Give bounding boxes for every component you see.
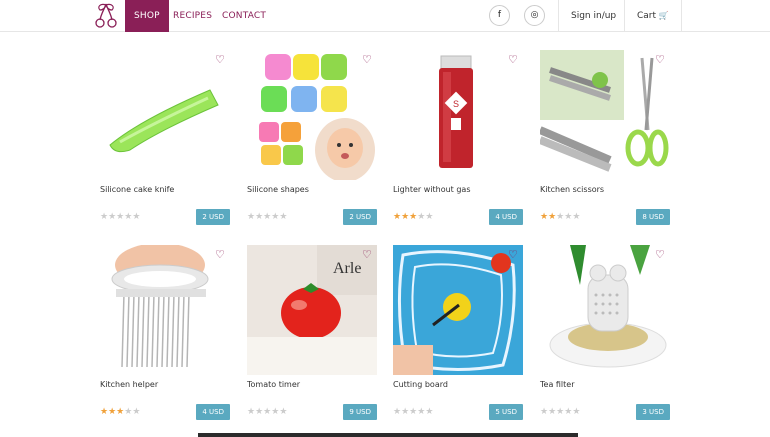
star-icon[interactable]: ★: [247, 212, 255, 222]
product-title[interactable]: Silicone shapes: [247, 185, 309, 194]
product-card[interactable]: ♡ Kitchen helper ★★★★★ 4 USD: [100, 245, 230, 425]
product-title[interactable]: Kitchen scissors: [540, 185, 604, 194]
product-card[interactable]: ♡ Cutting board ★★★★★ 5 USD: [393, 245, 523, 425]
svg-text:Arle: Arle: [333, 260, 361, 277]
heart-icon[interactable]: ♡: [215, 249, 227, 261]
product-image[interactable]: [100, 245, 230, 375]
rating-stars[interactable]: ★★★★★: [100, 212, 140, 222]
price-badge: 4 USD: [196, 404, 230, 420]
star-icon[interactable]: ★: [279, 212, 287, 222]
star-icon[interactable]: ★: [255, 212, 263, 222]
product-card[interactable]: ♡ Silicone cake knife ★★★★★ 2 USD: [100, 50, 230, 230]
price-badge: 2 USD: [196, 209, 230, 225]
product-card[interactable]: ♡ Kitchen scissors ★★★★★ 8 USD: [540, 50, 670, 230]
star-icon[interactable]: ★: [401, 212, 409, 222]
product-card[interactable]: S ♡ Lighter without gas ★★★★★ 4 USD: [393, 50, 523, 230]
heart-icon[interactable]: ♡: [215, 54, 227, 66]
product-image[interactable]: [100, 50, 230, 180]
heart-icon[interactable]: ♡: [655, 249, 667, 261]
star-icon[interactable]: ★: [540, 212, 548, 222]
star-icon[interactable]: ★: [548, 407, 556, 417]
star-icon[interactable]: ★: [572, 212, 580, 222]
product-card[interactable]: Arle ♡ Tomato timer ★★★★★ 9 USD: [247, 245, 377, 425]
star-icon[interactable]: ★: [548, 212, 556, 222]
heart-icon[interactable]: ♡: [362, 54, 374, 66]
star-icon[interactable]: ★: [425, 407, 433, 417]
cart-label: Cart: [637, 11, 657, 21]
price-badge: 9 USD: [343, 404, 377, 420]
product-image[interactable]: S: [393, 50, 523, 180]
rating-stars[interactable]: ★★★★★: [247, 407, 287, 417]
star-icon[interactable]: ★: [108, 212, 116, 222]
product-title[interactable]: Kitchen helper: [100, 380, 158, 389]
star-icon[interactable]: ★: [540, 407, 548, 417]
bottom-banner-edge: [198, 433, 578, 437]
nav-contact[interactable]: CONTACT: [213, 0, 275, 32]
rating-stars[interactable]: ★★★★★: [393, 212, 433, 222]
rating-stars[interactable]: ★★★★★: [540, 407, 580, 417]
heart-icon[interactable]: ♡: [655, 54, 667, 66]
star-icon[interactable]: ★: [255, 407, 263, 417]
facebook-icon[interactable]: f: [489, 5, 510, 26]
product-image[interactable]: [540, 245, 670, 375]
star-icon[interactable]: ★: [100, 212, 108, 222]
instagram-icon[interactable]: ◎: [524, 5, 545, 26]
price-badge: 2 USD: [343, 209, 377, 225]
cart-link[interactable]: Cart 🛒: [624, 0, 682, 32]
rating-stars[interactable]: ★★★★★: [540, 212, 580, 222]
star-icon[interactable]: ★: [132, 407, 140, 417]
star-icon[interactable]: ★: [279, 407, 287, 417]
nav-shop[interactable]: SHOP: [125, 0, 169, 32]
product-title[interactable]: Tea filter: [540, 380, 575, 389]
svg-text:S: S: [453, 99, 459, 109]
star-icon[interactable]: ★: [401, 407, 409, 417]
price-badge: 8 USD: [636, 209, 670, 225]
heart-icon[interactable]: ♡: [508, 249, 520, 261]
star-icon[interactable]: ★: [393, 212, 401, 222]
rating-stars[interactable]: ★★★★★: [393, 407, 433, 417]
heart-icon[interactable]: ♡: [508, 54, 520, 66]
star-icon[interactable]: ★: [132, 212, 140, 222]
star-icon[interactable]: ★: [393, 407, 401, 417]
product-image[interactable]: [393, 245, 523, 375]
price-badge: 3 USD: [636, 404, 670, 420]
product-title[interactable]: Lighter without gas: [393, 185, 470, 194]
product-card[interactable]: ♡ Tea filter ★★★★★ 3 USD: [540, 245, 670, 425]
product-image[interactable]: [540, 50, 670, 180]
top-navbar: SHOP RECIPES CONTACT f ◎ Sign in/up Cart…: [0, 0, 770, 32]
product-image[interactable]: [247, 50, 377, 180]
heart-icon[interactable]: ♡: [362, 249, 374, 261]
cherry-logo[interactable]: [94, 2, 118, 30]
rating-stars[interactable]: ★★★★★: [100, 407, 140, 417]
price-badge: 5 USD: [489, 404, 523, 420]
star-icon[interactable]: ★: [108, 407, 116, 417]
product-title[interactable]: Cutting board: [393, 380, 448, 389]
price-badge: 4 USD: [489, 209, 523, 225]
signin-link[interactable]: Sign in/up: [558, 0, 628, 32]
product-image[interactable]: Arle: [247, 245, 377, 375]
star-icon[interactable]: ★: [425, 212, 433, 222]
star-icon[interactable]: ★: [247, 407, 255, 417]
star-icon[interactable]: ★: [572, 407, 580, 417]
product-title[interactable]: Tomato timer: [247, 380, 300, 389]
product-card[interactable]: ♡ Silicone shapes ★★★★★ 2 USD: [247, 50, 377, 230]
rating-stars[interactable]: ★★★★★: [247, 212, 287, 222]
cart-icon: 🛒: [658, 11, 669, 20]
product-title[interactable]: Silicone cake knife: [100, 185, 174, 194]
star-icon[interactable]: ★: [100, 407, 108, 417]
